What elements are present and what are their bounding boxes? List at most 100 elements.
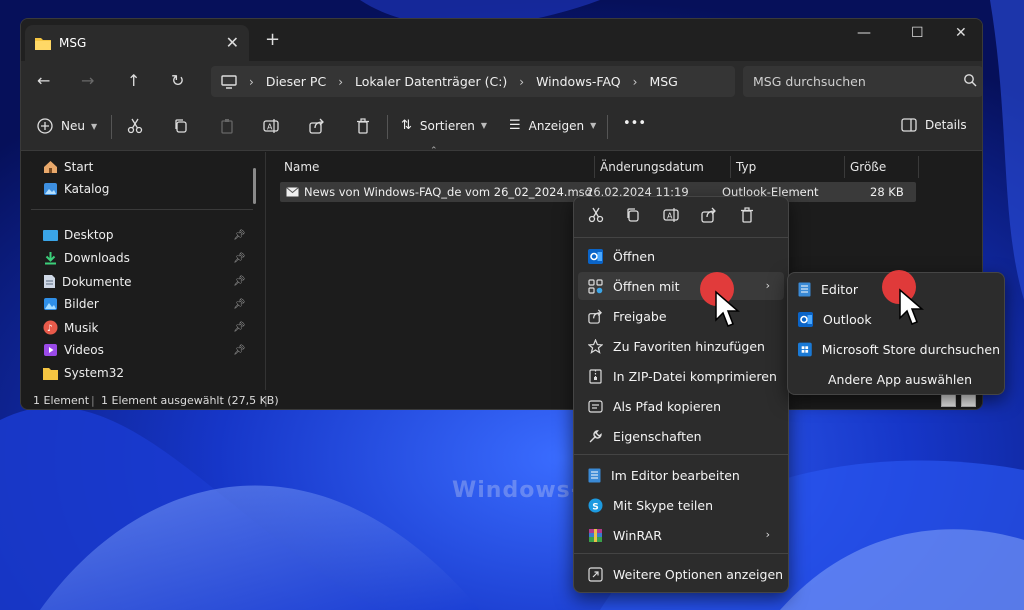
menu-item-share-skype[interactable]: S Mit Skype teilen [578,491,784,519]
refresh-button[interactable]: ↻ [171,71,184,90]
menu-item-edit-in-editor[interactable]: Im Editor bearbeiten [578,461,784,489]
menu-item-copy-path[interactable]: Als Pfad kopieren [578,392,784,420]
close-window-button[interactable]: ✕ [955,25,967,41]
view-button[interactable]: ☰ Anzeigen ▼ [509,118,596,133]
navigation-bar: ← → ↑ ↻ › Dieser PC › Lokaler Datenträge… [21,61,982,103]
pictures-icon [44,298,57,310]
sidebar-item-downloads[interactable]: Downloads [43,251,130,265]
breadcrumb-local-disk[interactable]: Lokaler Datenträger (C:) [355,74,507,89]
column-header-size[interactable]: Größe [850,160,886,174]
sidebar-item-label: Downloads [64,251,130,265]
search-placeholder: MSG durchsuchen [753,74,866,89]
share-icon [588,309,602,324]
column-divider [730,156,731,178]
submenu-item-store[interactable]: Microsoft Store durchsuchen [792,335,1000,363]
music-icon: ♪ [43,320,58,335]
menu-item-label: Freigabe [613,308,667,324]
open-with-icon [588,278,603,294]
document-icon [44,275,55,288]
search-input[interactable]: MSG durchsuchen [743,66,982,97]
menu-item-label: Eigenschaften [613,428,702,444]
copy-icon[interactable] [173,118,189,134]
sidebar-item-musik[interactable]: ♪ Musik [43,320,99,335]
sidebar-item-katalog[interactable]: Katalog [43,182,109,196]
status-divider: | [264,394,268,407]
breadcrumb-dieser-pc[interactable]: Dieser PC [266,74,326,89]
menu-item-label: WinRAR [613,527,662,543]
sidebar-item-dokumente[interactable]: Dokumente [43,274,132,289]
more-options-button[interactable]: ••• [623,116,646,131]
menu-item-share[interactable]: Freigabe [578,302,784,330]
tab-title: MSG [59,36,87,50]
sidebar-item-start[interactable]: Start [43,160,93,174]
delete-icon[interactable] [355,118,371,134]
sort-indicator-icon: ⌃ [430,146,438,156]
copy-icon[interactable] [625,207,641,223]
cut-icon[interactable] [588,207,604,223]
sidebar-item-bilder[interactable]: Bilder [43,297,99,311]
menu-item-open[interactable]: Öffnen [578,242,784,270]
details-view-button[interactable] [941,393,956,407]
status-item-count: 1 Element [33,394,90,407]
sidebar-item-system32[interactable]: System32 [43,366,124,380]
toolbar-divider [607,115,608,139]
up-button[interactable]: ↑ [127,71,140,90]
winrar-icon [589,528,602,542]
rename-icon[interactable]: A [263,118,279,134]
new-label: Neu [61,119,85,133]
menu-item-winrar[interactable]: WinRAR › [578,521,784,549]
menu-item-more-options[interactable]: Weitere Optionen anzeigen [578,560,784,588]
gallery-icon [44,183,57,195]
menu-item-add-favorites[interactable]: Zu Favoriten hinzufügen [578,332,784,360]
address-bar[interactable]: › Dieser PC › Lokaler Datenträger (C:) ›… [211,66,735,97]
column-header-type[interactable]: Typ [736,160,756,174]
paste-icon[interactable] [219,118,235,134]
details-button[interactable]: Details [901,118,967,132]
submenu-item-label: Outlook [823,311,872,327]
share-icon[interactable] [309,118,325,134]
column-divider [844,156,845,178]
column-header-name[interactable]: Name [284,160,319,174]
menu-item-properties[interactable]: Eigenschaften [578,422,784,450]
maximize-button[interactable]: ☐ [911,25,924,41]
tiles-view-button[interactable] [961,393,976,407]
menu-item-open-with[interactable]: Öffnen mit › [578,272,784,300]
tab-msg[interactable]: MSG ✕ [25,25,249,61]
menu-divider [574,237,788,238]
cut-icon[interactable] [127,118,143,134]
rename-icon[interactable]: A [663,207,679,223]
column-divider [918,156,919,178]
sidebar-item-desktop[interactable]: Desktop [43,228,114,242]
column-divider [594,156,595,178]
sidebar-item-label: Bilder [64,297,99,311]
new-button[interactable]: Neu ▼ [37,118,97,134]
menu-item-zip[interactable]: In ZIP-Datei komprimieren [578,362,784,390]
svg-text:A: A [667,212,673,221]
forward-button[interactable]: → [81,71,94,90]
sidebar-item-label: Dokumente [62,274,132,289]
minimize-button[interactable]: — [857,25,871,41]
sidebar-divider [31,209,253,210]
share-icon[interactable] [701,207,717,223]
details-label: Details [925,118,967,132]
sidebar-item-videos[interactable]: Videos [43,343,104,357]
submenu-item-choose-app[interactable]: Andere App auswählen [792,365,1000,393]
sidebar-item-label: Katalog [64,182,110,196]
breadcrumb-windows-faq[interactable]: Windows-FAQ [536,74,621,89]
view-label: Anzeigen [528,118,585,133]
monitor-icon [221,74,237,89]
folder-icon [35,38,51,50]
sort-button[interactable]: ⇅ Sortieren ▼ [401,118,487,133]
column-header-date[interactable]: Änderungsdatum [600,160,704,174]
back-button[interactable]: ← [37,71,50,90]
delete-icon[interactable] [739,207,755,223]
new-tab-button[interactable]: + [265,29,280,50]
submenu-arrow-icon: › [765,279,770,292]
breadcrumb-msg[interactable]: MSG [649,74,677,89]
sidebar-scrollbar[interactable] [253,168,256,204]
submenu-item-outlook[interactable]: Outlook [792,305,1000,333]
command-bar: Neu ▼ A ⇅ Sortieren ▼ ☰ Anzeigen ▼ ••• D… [21,103,982,151]
tab-close-button[interactable]: ✕ [226,33,239,52]
chevron-down-icon: ▼ [590,121,597,130]
breadcrumb-separator: › [632,74,638,89]
